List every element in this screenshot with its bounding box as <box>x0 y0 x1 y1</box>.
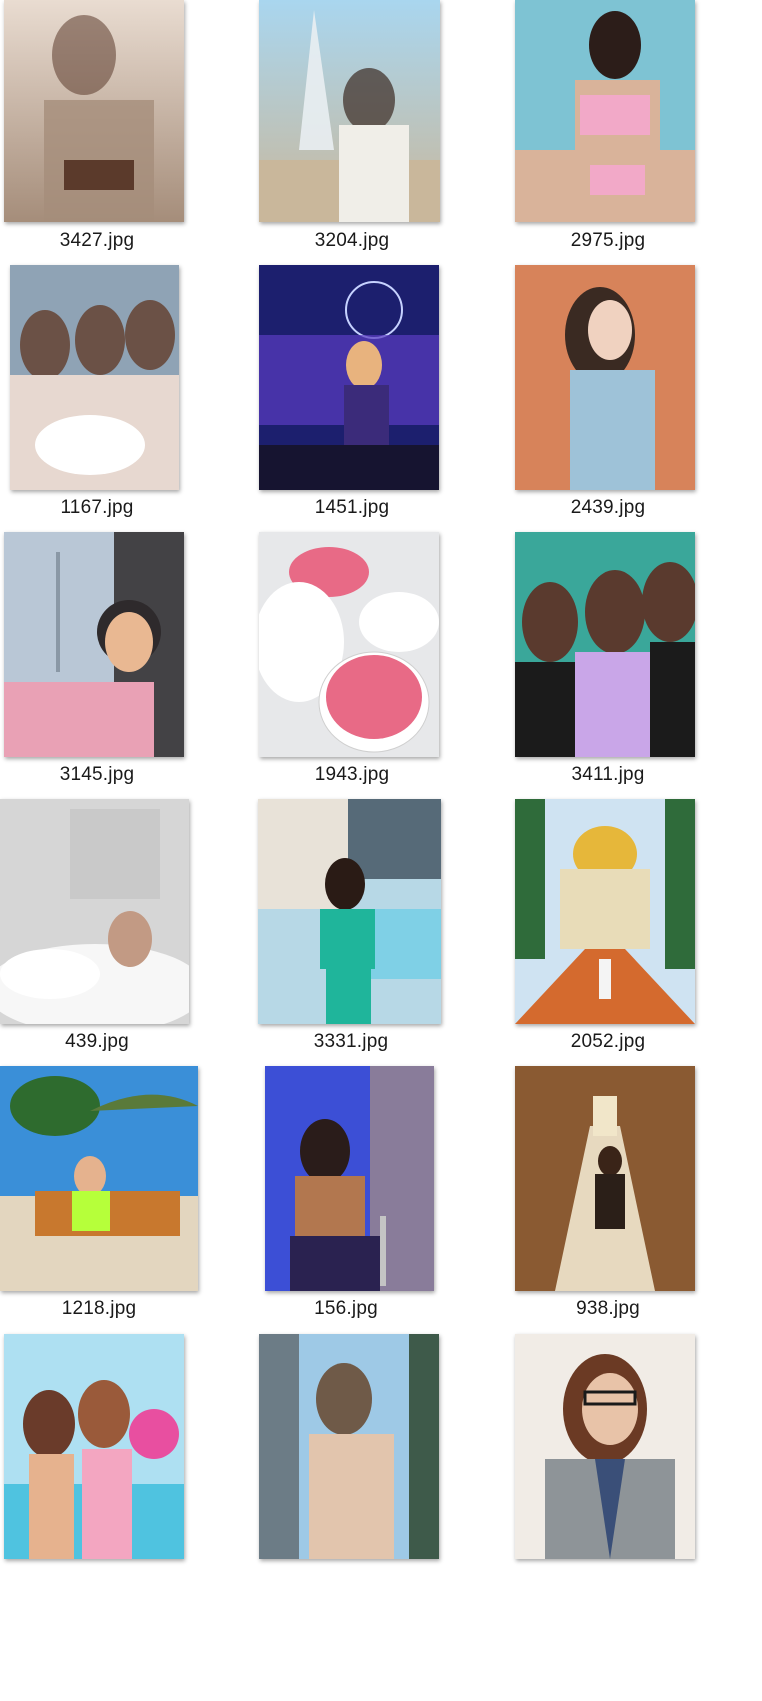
file-name: 938.jpg <box>576 1298 640 1319</box>
thumbnail-image[interactable] <box>4 1334 184 1559</box>
thumbnail-image[interactable] <box>0 1066 198 1291</box>
file-name: 1167.jpg <box>60 497 134 518</box>
file-name: 2975.jpg <box>570 230 646 251</box>
file-thumbnail-grid: 3427.jpg 3204.jpg 2975.jpg 1167.jpg 1451… <box>0 0 762 1701</box>
file-name: 3204.jpg <box>314 230 390 251</box>
file-item[interactable]: 938.jpg <box>515 1066 745 1346</box>
file-item[interactable] <box>515 1334 745 1614</box>
file-name: 156.jpg <box>314 1298 378 1319</box>
file-name: 3331.jpg <box>313 1031 389 1052</box>
thumbnail-image[interactable] <box>4 532 184 757</box>
file-item[interactable]: 3204.jpg <box>259 0 489 280</box>
thumbnail-image[interactable] <box>265 1066 434 1291</box>
thumbnail-image[interactable] <box>0 799 189 1024</box>
thumbnail-image[interactable] <box>515 1066 695 1291</box>
file-item[interactable]: 3331.jpg <box>258 799 488 1079</box>
file-name: 2439.jpg <box>570 497 646 518</box>
file-name: 1218.jpg <box>61 1298 137 1319</box>
thumbnail-image[interactable] <box>259 1334 439 1559</box>
file-item[interactable]: 3145.jpg <box>4 532 234 812</box>
file-item[interactable]: 2052.jpg <box>515 799 745 1079</box>
file-item[interactable]: 3427.jpg <box>4 0 234 280</box>
file-name: 439.jpg <box>65 1031 129 1052</box>
file-item[interactable]: 3411.jpg <box>515 532 745 812</box>
thumbnail-image[interactable] <box>515 265 695 490</box>
file-item[interactable]: 1218.jpg <box>0 1066 230 1346</box>
thumbnail-image[interactable] <box>258 799 441 1024</box>
file-item[interactable]: 2439.jpg <box>515 265 745 545</box>
thumbnail-image[interactable] <box>515 799 695 1024</box>
thumbnail-image[interactable] <box>515 532 695 757</box>
thumbnail-image[interactable] <box>515 0 695 222</box>
file-name: 3411.jpg <box>571 764 645 785</box>
thumbnail-image[interactable] <box>515 1334 695 1559</box>
file-name: 1451.jpg <box>314 497 390 518</box>
thumbnail-image[interactable] <box>259 0 440 222</box>
file-item[interactable] <box>4 1334 234 1614</box>
file-name: 1943.jpg <box>314 764 390 785</box>
thumbnail-image[interactable] <box>10 265 179 490</box>
file-item[interactable]: 156.jpg <box>265 1066 495 1346</box>
file-item[interactable]: 1943.jpg <box>259 532 489 812</box>
thumbnail-image[interactable] <box>4 0 184 222</box>
file-item[interactable]: 1167.jpg <box>10 265 240 545</box>
file-name: 3427.jpg <box>59 230 135 251</box>
thumbnail-image[interactable] <box>259 532 439 757</box>
file-item[interactable]: 2975.jpg <box>515 0 745 280</box>
file-name: 2052.jpg <box>570 1031 646 1052</box>
file-item[interactable]: 439.jpg <box>0 799 230 1079</box>
file-item[interactable] <box>259 1334 489 1614</box>
file-item[interactable]: 1451.jpg <box>259 265 489 545</box>
file-name: 3145.jpg <box>59 764 135 785</box>
thumbnail-image[interactable] <box>259 265 439 490</box>
